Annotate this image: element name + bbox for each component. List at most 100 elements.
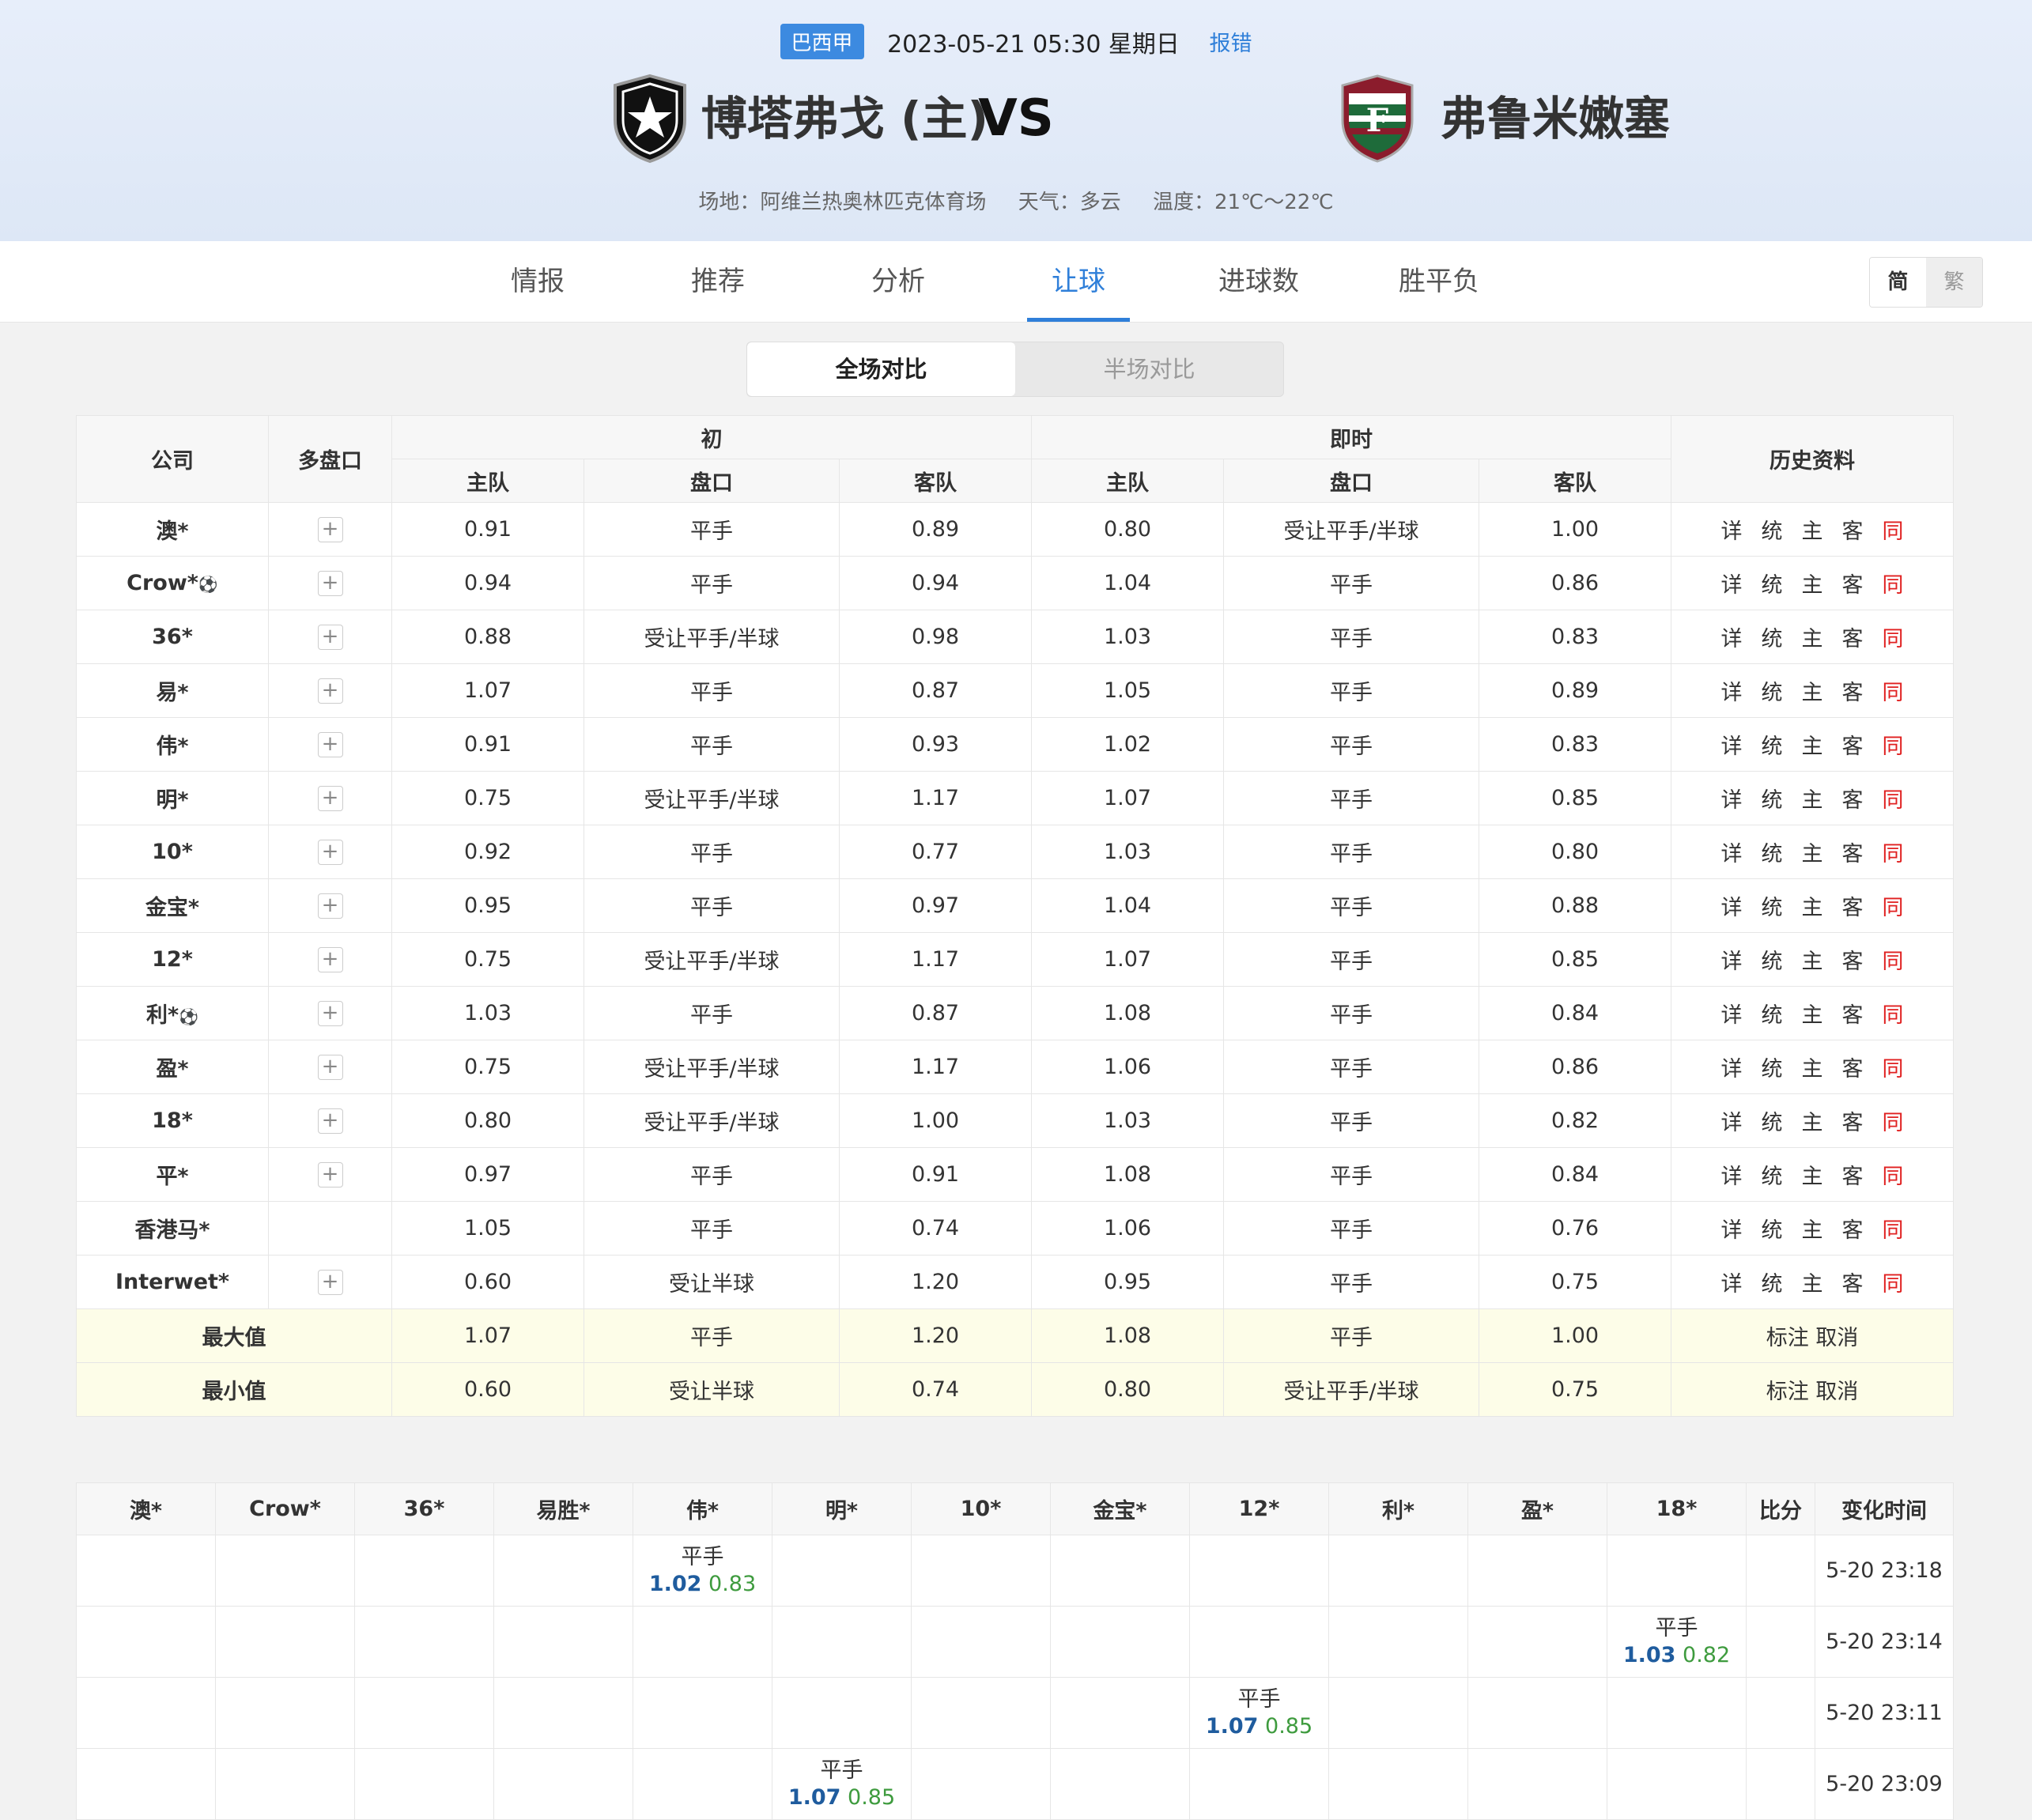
history-link[interactable]: 统 — [1762, 681, 1783, 705]
company-label[interactable]: 盈* — [156, 1057, 188, 1082]
company-label[interactable]: 平* — [156, 1165, 188, 1189]
tab-1x2[interactable]: 胜平负 — [1368, 241, 1510, 322]
plus-icon[interactable]: + — [317, 1162, 343, 1188]
lang-traditional-button[interactable]: 繁 — [1926, 258, 1982, 307]
history-link[interactable]: 统 — [1762, 734, 1783, 759]
history-link[interactable]: 主 — [1802, 573, 1823, 598]
history-link[interactable]: 客 — [1842, 1218, 1864, 1243]
company-label[interactable]: Crow* — [127, 571, 198, 595]
company-name[interactable]: 易* — [76, 663, 269, 718]
history-link[interactable]: 主 — [1802, 1057, 1823, 1082]
history-link[interactable]: 主 — [1802, 734, 1823, 759]
history-link[interactable]: 详 — [1721, 1057, 1743, 1082]
company-name[interactable]: 明* — [76, 771, 269, 825]
history-link[interactable]: 同 — [1883, 1272, 1904, 1297]
history-link[interactable]: 详 — [1721, 1003, 1743, 1028]
company-label[interactable]: 10* — [152, 840, 193, 864]
company-name[interactable]: 澳* — [76, 502, 269, 557]
history-link[interactable]: 同 — [1883, 788, 1904, 813]
botafogo-crest-icon[interactable] — [607, 73, 693, 164]
history-link[interactable]: 客 — [1842, 519, 1864, 544]
plus-icon[interactable]: + — [317, 786, 343, 811]
history-link[interactable]: 主 — [1802, 627, 1823, 651]
history-link[interactable]: 同 — [1883, 573, 1904, 598]
history-link[interactable]: 客 — [1842, 734, 1864, 759]
history-link[interactable]: 详 — [1721, 627, 1743, 651]
history-link[interactable]: 主 — [1802, 896, 1823, 920]
history-link[interactable]: 统 — [1762, 1272, 1783, 1297]
plus-icon[interactable]: + — [317, 840, 343, 865]
history-link[interactable]: 详 — [1721, 950, 1743, 974]
history-link[interactable]: 同 — [1883, 1165, 1904, 1189]
history-link[interactable]: 主 — [1802, 1111, 1823, 1135]
history-link[interactable]: 主 — [1802, 1218, 1823, 1243]
history-link[interactable]: 主 — [1802, 1272, 1823, 1297]
history-link[interactable]: 统 — [1762, 788, 1783, 813]
history-link[interactable]: 同 — [1883, 950, 1904, 974]
history-link[interactable]: 统 — [1762, 950, 1783, 974]
company-name[interactable]: Crow*⚽ — [76, 556, 269, 610]
history-link[interactable]: 统 — [1762, 627, 1783, 651]
company-name[interactable]: 利*⚽ — [76, 986, 269, 1040]
company-label[interactable]: 易* — [156, 681, 188, 705]
history-link[interactable]: 同 — [1883, 627, 1904, 651]
company-label[interactable]: 伟* — [156, 734, 188, 759]
history-link[interactable]: 统 — [1762, 1218, 1783, 1243]
history-link[interactable]: 同 — [1883, 519, 1904, 544]
history-link[interactable]: 同 — [1883, 896, 1904, 920]
tab-intel[interactable]: 情报 — [466, 241, 609, 322]
history-link[interactable]: 详 — [1721, 788, 1743, 813]
history-link[interactable]: 同 — [1883, 1057, 1904, 1082]
mark-cancel-link[interactable]: 标注 取消 — [1671, 1362, 1955, 1417]
history-link[interactable]: 客 — [1842, 1003, 1864, 1028]
history-link[interactable]: 统 — [1762, 896, 1783, 920]
plus-icon[interactable]: + — [317, 571, 343, 596]
history-link[interactable]: 主 — [1802, 842, 1823, 867]
company-label[interactable]: 香港马* — [134, 1218, 210, 1243]
company-name[interactable]: 盈* — [76, 1040, 269, 1094]
company-label[interactable]: 利* — [146, 1003, 179, 1028]
history-link[interactable]: 主 — [1802, 681, 1823, 705]
history-link[interactable]: 主 — [1802, 1165, 1823, 1189]
company-label[interactable]: Interwet* — [115, 1270, 229, 1294]
history-link[interactable]: 客 — [1842, 573, 1864, 598]
history-link[interactable]: 详 — [1721, 519, 1743, 544]
history-link[interactable]: 统 — [1762, 1003, 1783, 1028]
company-name[interactable]: 金宝* — [76, 878, 269, 933]
history-link[interactable]: 客 — [1842, 627, 1864, 651]
away-team-name[interactable]: 弗鲁米嫩塞 — [1441, 87, 1670, 150]
history-link[interactable]: 统 — [1762, 1165, 1783, 1189]
history-link[interactable]: 主 — [1802, 1003, 1823, 1028]
history-link[interactable]: 主 — [1802, 950, 1823, 974]
half-match-tab[interactable]: 半场对比 — [1015, 342, 1283, 396]
history-link[interactable]: 同 — [1883, 842, 1904, 867]
history-link[interactable]: 详 — [1721, 734, 1743, 759]
full-match-tab[interactable]: 全场对比 — [747, 342, 1015, 396]
company-name[interactable]: 香港马* — [76, 1201, 269, 1255]
company-label[interactable]: 明* — [156, 788, 188, 813]
company-label[interactable]: 18* — [152, 1108, 193, 1133]
tab-handicap[interactable]: 让球 — [1007, 241, 1150, 322]
plus-icon[interactable]: + — [317, 1270, 343, 1295]
company-label[interactable]: 澳* — [156, 519, 188, 544]
history-link[interactable]: 主 — [1802, 519, 1823, 544]
history-link[interactable]: 详 — [1721, 1165, 1743, 1189]
company-name[interactable]: 平* — [76, 1147, 269, 1202]
history-link[interactable]: 客 — [1842, 842, 1864, 867]
history-link[interactable]: 同 — [1883, 681, 1904, 705]
fluminense-crest-icon[interactable]: F — [1335, 73, 1420, 164]
history-link[interactable]: 客 — [1842, 1057, 1864, 1082]
history-link[interactable]: 详 — [1721, 896, 1743, 920]
plus-icon[interactable]: + — [317, 1001, 343, 1026]
company-name[interactable]: 12* — [76, 932, 269, 987]
history-link[interactable]: 客 — [1842, 1272, 1864, 1297]
tab-recommend[interactable]: 推荐 — [647, 241, 789, 322]
company-label[interactable]: 12* — [152, 947, 193, 972]
history-link[interactable]: 详 — [1721, 842, 1743, 867]
mark-cancel-link[interactable]: 标注 取消 — [1671, 1308, 1955, 1363]
history-link[interactable]: 主 — [1802, 788, 1823, 813]
history-link[interactable]: 统 — [1762, 1111, 1783, 1135]
plus-icon[interactable]: + — [317, 678, 343, 704]
company-name[interactable]: 36* — [76, 610, 269, 664]
report-error-link[interactable]: 报错 — [1209, 26, 1252, 57]
